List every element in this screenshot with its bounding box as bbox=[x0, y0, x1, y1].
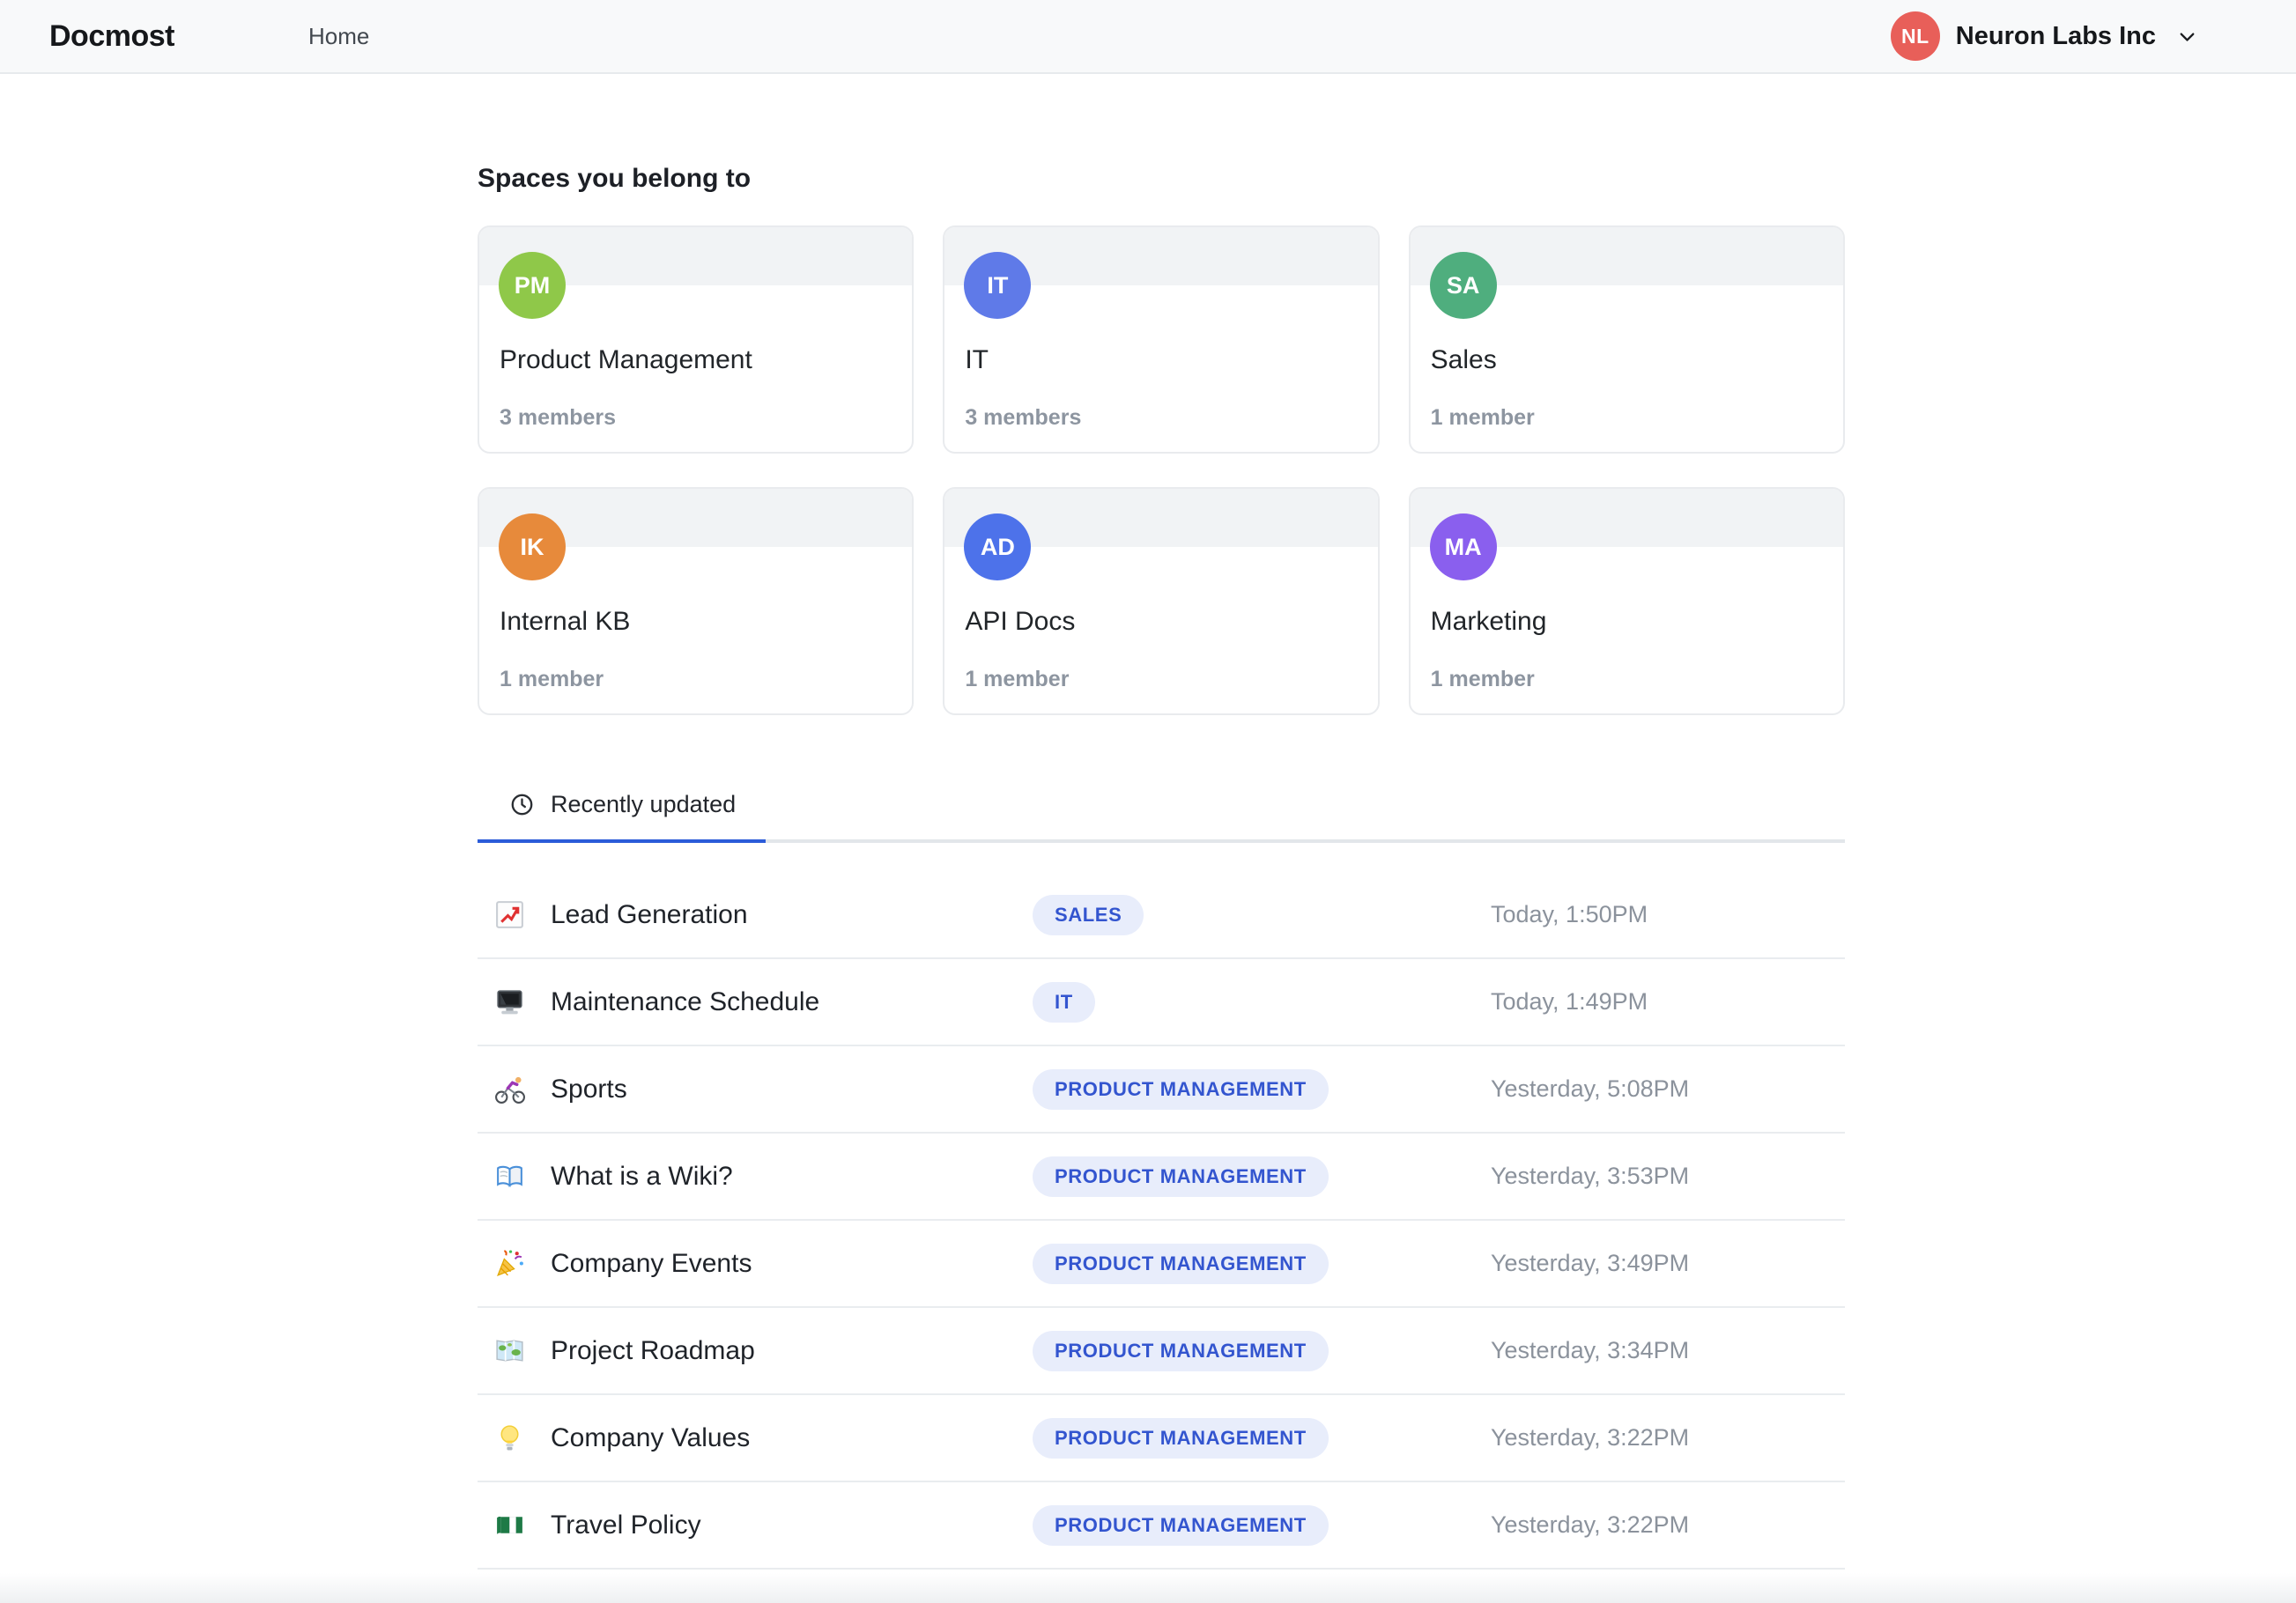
tab-label: Recently updated bbox=[551, 791, 737, 817]
light-bulb-icon bbox=[493, 1422, 551, 1454]
tab-recently-updated[interactable]: Recently updated bbox=[478, 791, 767, 843]
page-row-travel-policy[interactable]: Travel Policy PRODUCT MANAGEMENT Yesterd… bbox=[478, 1482, 1845, 1570]
space-badge: PRODUCT MANAGEMENT bbox=[1033, 1243, 1329, 1284]
spaces-heading: Spaces you belong to bbox=[478, 164, 752, 193]
space-avatar: PM bbox=[499, 252, 566, 319]
space-member-count: 1 member bbox=[1430, 667, 1535, 691]
space-name: Sales bbox=[1430, 345, 1497, 374]
main-content: Spaces you belong to PM Product Manageme… bbox=[478, 74, 1845, 1570]
page-title: Sports bbox=[551, 1074, 627, 1104]
space-avatar: IT bbox=[964, 252, 1032, 319]
space-member-count: 3 members bbox=[965, 405, 1082, 430]
space-badge: IT bbox=[1033, 981, 1095, 1023]
space-badge: PRODUCT MANAGEMENT bbox=[1033, 1156, 1329, 1197]
space-member-count: 1 member bbox=[965, 667, 1070, 691]
workspace-avatar: NL bbox=[1890, 11, 1940, 61]
space-member-count: 3 members bbox=[500, 405, 617, 430]
space-card-internal-kb[interactable]: IK Internal KB 1 member bbox=[478, 487, 915, 715]
updated-time: Yesterday, 3:34PM bbox=[1491, 1337, 1690, 1363]
space-card-api-docs[interactable]: AD API Docs 1 member bbox=[943, 487, 1380, 715]
party-popper-icon bbox=[493, 1247, 551, 1280]
chart-increasing-icon bbox=[493, 898, 551, 931]
page-title: Company Values bbox=[551, 1422, 751, 1452]
updated-time: Today, 1:49PM bbox=[1491, 988, 1648, 1015]
space-name: API Docs bbox=[965, 607, 1076, 636]
nigeria-flag-icon bbox=[493, 1509, 551, 1541]
updated-time: Today, 1:50PM bbox=[1491, 901, 1648, 927]
tabs-bar: Recently updated bbox=[478, 791, 1845, 843]
space-name: Product Management bbox=[500, 345, 752, 374]
updated-time: Yesterday, 3:53PM bbox=[1491, 1163, 1690, 1189]
open-book-icon bbox=[493, 1160, 551, 1193]
updated-time: Yesterday, 5:08PM bbox=[1491, 1075, 1690, 1102]
updated-time: Yesterday, 3:49PM bbox=[1491, 1250, 1690, 1276]
space-avatar: IK bbox=[499, 513, 566, 580]
space-badge: PRODUCT MANAGEMENT bbox=[1033, 1068, 1329, 1110]
updated-time: Yesterday, 3:22PM bbox=[1491, 1424, 1690, 1451]
page-row-lead-generation[interactable]: Lead Generation SALES Today, 1:50PM bbox=[478, 872, 1845, 959]
page-title: Maintenance Schedule bbox=[551, 986, 820, 1016]
page-title: What is a Wiki? bbox=[551, 1161, 733, 1191]
page-title: Travel Policy bbox=[551, 1510, 701, 1540]
space-badge: SALES bbox=[1033, 894, 1144, 935]
page-title: Company Events bbox=[551, 1248, 752, 1278]
page-row-sports[interactable]: Sports PRODUCT MANAGEMENT Yesterday, 5:0… bbox=[478, 1046, 1845, 1134]
updated-time: Yesterday, 3:22PM bbox=[1491, 1511, 1690, 1538]
world-map-icon bbox=[493, 1334, 551, 1367]
space-badge: PRODUCT MANAGEMENT bbox=[1033, 1330, 1329, 1371]
page-row-project-roadmap[interactable]: Project Roadmap PRODUCT MANAGEMENT Yeste… bbox=[478, 1308, 1845, 1395]
space-badge: PRODUCT MANAGEMENT bbox=[1033, 1504, 1329, 1546]
workspace-switcher[interactable]: NL Neuron Labs Inc bbox=[1890, 11, 2199, 61]
page-row-company-values[interactable]: Company Values PRODUCT MANAGEMENT Yester… bbox=[478, 1395, 1845, 1482]
clock-icon bbox=[508, 791, 536, 818]
space-name: Internal KB bbox=[500, 607, 631, 636]
space-member-count: 1 member bbox=[1430, 405, 1535, 430]
space-card-sales[interactable]: SA Sales 1 member bbox=[1408, 225, 1845, 454]
workspace-name: Neuron Labs Inc bbox=[1955, 21, 2156, 50]
chevron-down-icon bbox=[2175, 25, 2199, 48]
recently-updated-list: Lead Generation SALES Today, 1:50PM Main… bbox=[478, 872, 1845, 1570]
space-name: IT bbox=[965, 345, 989, 374]
scroll-fade bbox=[0, 1573, 2296, 1603]
nav-home-link[interactable]: Home bbox=[308, 23, 369, 50]
top-bar: Docmost Home NL Neuron Labs Inc bbox=[0, 0, 2296, 74]
page-title: Project Roadmap bbox=[551, 1335, 755, 1365]
desktop-computer-icon bbox=[493, 986, 551, 1018]
page-row-what-is-a-wiki[interactable]: What is a Wiki? PRODUCT MANAGEMENT Yeste… bbox=[478, 1134, 1845, 1221]
space-card-it[interactable]: IT IT 3 members bbox=[943, 225, 1380, 454]
space-avatar: SA bbox=[1429, 252, 1497, 319]
page-row-maintenance-schedule[interactable]: Maintenance Schedule IT Today, 1:49PM bbox=[478, 959, 1845, 1046]
space-name: Marketing bbox=[1430, 607, 1547, 636]
page-title: Lead Generation bbox=[551, 899, 748, 929]
space-member-count: 1 member bbox=[500, 667, 604, 691]
page-row-company-events[interactable]: Company Events PRODUCT MANAGEMENT Yester… bbox=[478, 1221, 1845, 1308]
space-avatar: AD bbox=[964, 513, 1032, 580]
spaces-grid: PM Product Management 3 members IT IT 3 … bbox=[478, 225, 1845, 715]
app-logo[interactable]: Docmost bbox=[49, 19, 174, 54]
space-avatar: MA bbox=[1429, 513, 1497, 580]
space-card-product-management[interactable]: PM Product Management 3 members bbox=[478, 225, 915, 454]
space-card-marketing[interactable]: MA Marketing 1 member bbox=[1408, 487, 1845, 715]
space-badge: PRODUCT MANAGEMENT bbox=[1033, 1417, 1329, 1459]
person-biking-icon bbox=[493, 1073, 551, 1105]
